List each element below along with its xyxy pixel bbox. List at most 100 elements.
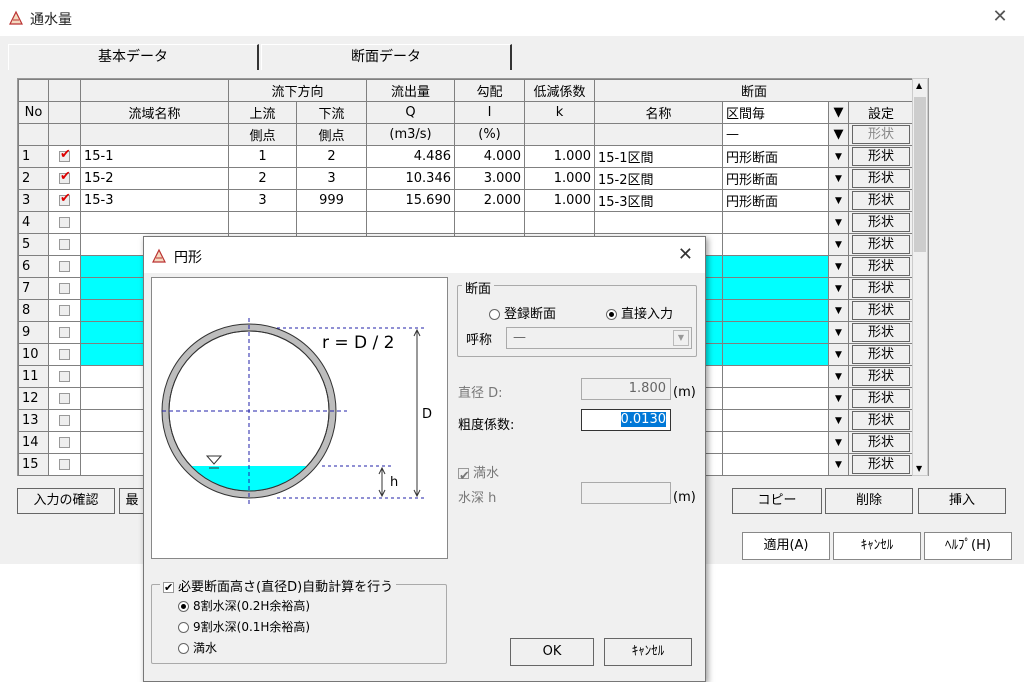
section-type-cell[interactable]: [722, 211, 829, 234]
row-checkbox[interactable]: [48, 233, 81, 256]
row-checkbox[interactable]: [48, 431, 81, 454]
downstream-cell[interactable]: 2: [296, 145, 367, 168]
shape-button[interactable]: 形状: [848, 365, 914, 388]
confirm-input-button[interactable]: 入力の確認: [17, 488, 115, 514]
shape-button[interactable]: 形状: [848, 431, 914, 454]
upstream-cell[interactable]: [228, 211, 297, 234]
row-check-icon[interactable]: [59, 283, 70, 294]
diameter-field[interactable]: 1.800: [581, 378, 671, 400]
partial-button[interactable]: 最: [119, 488, 145, 514]
scroll-up-icon[interactable]: ▲: [916, 81, 922, 90]
row-checkbox[interactable]: [48, 211, 81, 234]
chevron-down-icon[interactable]: ▼: [828, 299, 849, 322]
section-type-cell[interactable]: [722, 321, 829, 344]
radio-registered-dot[interactable]: [489, 309, 500, 320]
row-checkbox[interactable]: [48, 167, 81, 190]
row-number[interactable]: 1: [18, 145, 49, 168]
row-number[interactable]: 10: [18, 343, 49, 366]
row-number[interactable]: 12: [18, 387, 49, 410]
shape-button[interactable]: 形状: [848, 233, 914, 256]
downstream-cell[interactable]: [296, 211, 367, 234]
section-type-cell[interactable]: 円形断面: [722, 167, 829, 190]
shape-button[interactable]: 形状: [848, 321, 914, 344]
row-checkbox[interactable]: [48, 189, 81, 212]
chevron-down-icon[interactable]: ▼: [828, 453, 849, 476]
section-type-cell[interactable]: [722, 299, 829, 322]
chevron-down-icon[interactable]: ▼: [828, 321, 849, 344]
apply-button[interactable]: 適用(A): [742, 532, 830, 560]
row-checkbox[interactable]: [48, 321, 81, 344]
row-checkbox[interactable]: [48, 277, 81, 300]
chevron-down-icon[interactable]: ▼: [828, 211, 849, 234]
row-check-icon[interactable]: [59, 415, 70, 426]
section-type-cell[interactable]: 円形断面: [722, 189, 829, 212]
section-type-cell[interactable]: 円形断面: [722, 145, 829, 168]
option-full[interactable]: 満水: [178, 639, 217, 656]
section-name-cell[interactable]: 15-3区間: [594, 189, 723, 212]
shape-button[interactable]: 形状: [848, 145, 914, 168]
option-80-depth[interactable]: 8割水深(0.2H余裕高): [178, 597, 310, 614]
reduction-cell[interactable]: 1.000: [524, 189, 595, 212]
chevron-down-icon[interactable]: ▼: [828, 409, 849, 432]
section-type-cell[interactable]: [722, 255, 829, 278]
row-number[interactable]: 15: [18, 453, 49, 476]
row-number[interactable]: 2: [18, 167, 49, 190]
help-button[interactable]: ﾍﾙﾌﾟ(H): [924, 532, 1012, 560]
reduction-cell[interactable]: [524, 211, 595, 234]
chevron-down-icon[interactable]: ▼: [828, 343, 849, 366]
table-row[interactable]: 315-3399915.6902.0001.00015-3区間円形断面▼形状: [18, 189, 914, 212]
row-check-icon[interactable]: [59, 327, 70, 338]
section-type-cell[interactable]: [722, 365, 829, 388]
shape-button[interactable]: 形状: [848, 189, 914, 212]
row-number[interactable]: 11: [18, 365, 49, 388]
table-row[interactable]: 4 ▼ 形状: [18, 211, 914, 234]
option-90-depth[interactable]: 9割水深(0.1H余裕高): [178, 618, 310, 635]
row-check-icon[interactable]: [59, 239, 70, 250]
radio-direct-dot[interactable]: [606, 309, 617, 320]
section-type-cell[interactable]: [722, 453, 829, 476]
slope-cell[interactable]: [454, 211, 525, 234]
row-check-icon[interactable]: [59, 147, 71, 162]
row-number[interactable]: 9: [18, 321, 49, 344]
row-check-icon[interactable]: [59, 459, 70, 470]
basin-name-cell[interactable]: [80, 211, 229, 234]
chevron-down-icon[interactable]: ▼: [828, 123, 849, 146]
auto-calc-check-icon[interactable]: ✔: [163, 582, 174, 593]
section-type-cell[interactable]: [722, 233, 829, 256]
insert-button[interactable]: 挿入: [918, 488, 1006, 514]
upstream-cell[interactable]: 3: [228, 189, 297, 212]
full-water-check-icon[interactable]: ✔: [458, 468, 470, 484]
row-number[interactable]: 4: [18, 211, 49, 234]
row-check-icon[interactable]: [59, 191, 71, 206]
row-checkbox[interactable]: [48, 365, 81, 388]
chevron-down-icon[interactable]: ▼: [828, 189, 849, 212]
discharge-cell[interactable]: [366, 211, 455, 234]
tab-basic-data[interactable]: 基本データ: [8, 44, 259, 70]
shape-button[interactable]: 形状: [848, 277, 914, 300]
row-number[interactable]: 5: [18, 233, 49, 256]
reduction-cell[interactable]: 1.000: [524, 145, 595, 168]
close-icon[interactable]: ✕: [678, 244, 693, 265]
tab-section-data[interactable]: 断面データ: [261, 44, 512, 70]
shape-button[interactable]: 形状: [848, 409, 914, 432]
row-number[interactable]: 3: [18, 189, 49, 212]
row-number[interactable]: 6: [18, 255, 49, 278]
chevron-down-icon[interactable]: ▼: [828, 145, 849, 168]
row-checkbox[interactable]: [48, 255, 81, 278]
chevron-down-icon[interactable]: ▼: [828, 277, 849, 300]
section-mode-select[interactable]: 区間毎: [722, 101, 829, 124]
shape-button[interactable]: 形状: [848, 343, 914, 366]
cancel-button[interactable]: ｷｬﾝｾﾙ: [833, 532, 921, 560]
row-check-icon[interactable]: [59, 261, 70, 272]
dialog-cancel-button[interactable]: ｷｬﾝｾﾙ: [604, 638, 692, 666]
shape-button[interactable]: 形状: [848, 453, 914, 476]
section-type-cell[interactable]: [722, 431, 829, 454]
radio-direct[interactable]: 直接入力: [606, 303, 673, 322]
scroll-down-icon[interactable]: ▼: [916, 464, 922, 473]
radio-registered[interactable]: 登録断面: [489, 303, 556, 322]
row-checkbox[interactable]: [48, 343, 81, 366]
row-checkbox[interactable]: [48, 299, 81, 322]
row-check-icon[interactable]: [59, 371, 70, 382]
upstream-cell[interactable]: 2: [228, 167, 297, 190]
row-check-icon[interactable]: [59, 349, 70, 360]
